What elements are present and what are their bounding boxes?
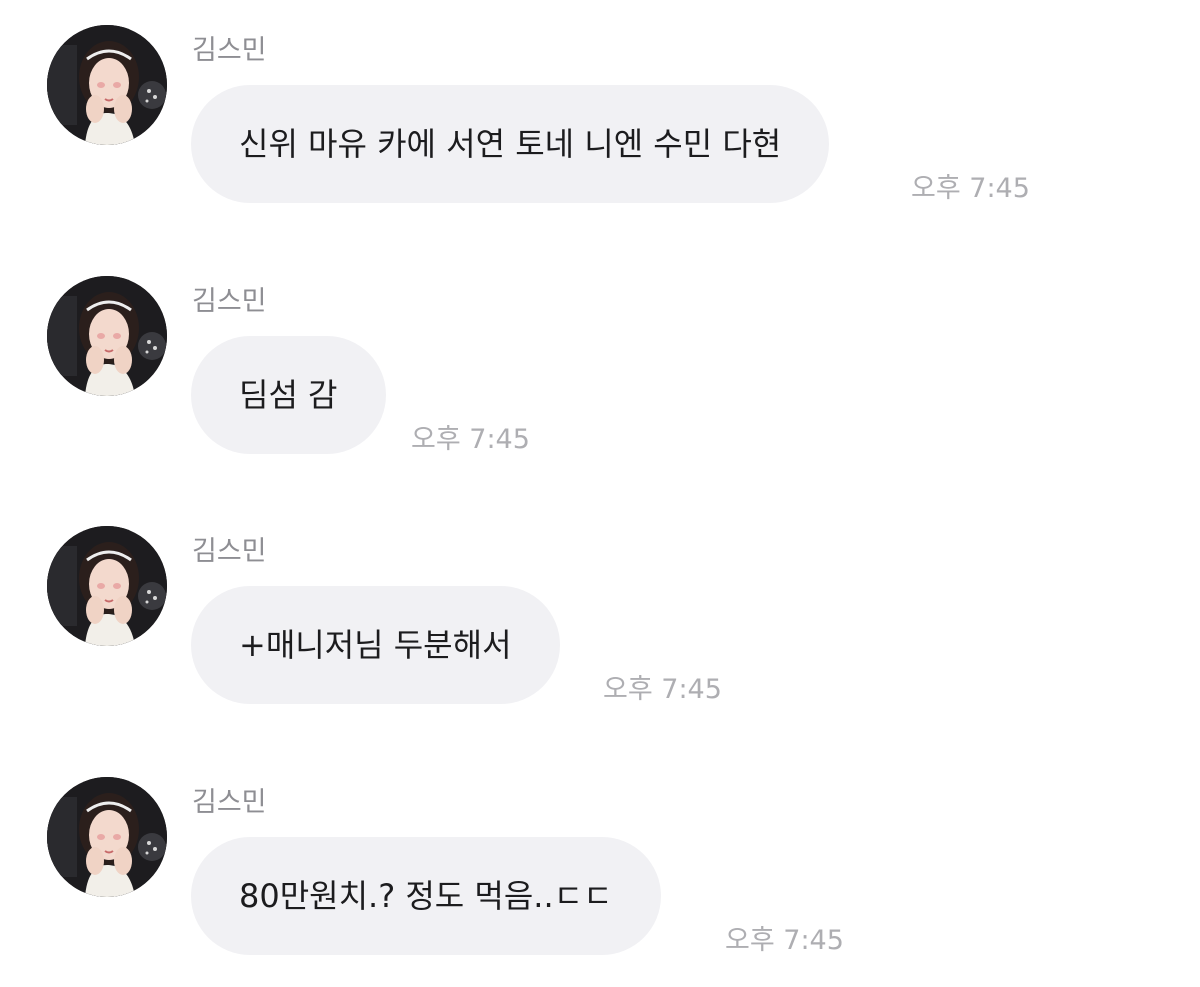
profile-photo-icon [47, 526, 167, 646]
message-row: 김스민 신위 마유 카에 서연 토네 니엔 수민 다현 오후 7:45 [0, 25, 1200, 225]
sender-name: 김스민 [192, 35, 267, 66]
sender-avatar[interactable] [47, 25, 167, 145]
sender-avatar[interactable] [47, 777, 167, 897]
sender-name: 김스민 [192, 286, 267, 317]
message-row: 김스민 +매니저님 두분해서 오후 7:45 [0, 526, 1200, 726]
sender-name: 김스민 [192, 787, 267, 818]
profile-photo-icon [47, 777, 167, 897]
sender-name: 김스민 [192, 536, 267, 567]
message-time: 오후 7:45 [411, 424, 530, 455]
message-bubble[interactable]: +매니저님 두분해서 [191, 586, 560, 704]
message-time: 오후 7:45 [911, 173, 1030, 204]
profile-photo-icon [47, 25, 167, 145]
message-bubble[interactable]: 신위 마유 카에 서연 토네 니엔 수민 다현 [191, 85, 830, 203]
message-bubble[interactable]: 80만원치.? 정도 먹음..ㄷㄷ [191, 837, 661, 955]
message-time: 오후 7:45 [725, 925, 844, 956]
message-row: 김스민 80만원치.? 정도 먹음..ㄷㄷ 오후 7:45 [0, 777, 1200, 977]
message-time: 오후 7:45 [603, 674, 722, 705]
sender-avatar[interactable] [47, 526, 167, 646]
message-row: 김스민 딤섬 감 오후 7:45 [0, 276, 1200, 476]
message-bubble[interactable]: 딤섬 감 [191, 336, 386, 454]
profile-photo-icon [47, 276, 167, 396]
sender-avatar[interactable] [47, 276, 167, 396]
